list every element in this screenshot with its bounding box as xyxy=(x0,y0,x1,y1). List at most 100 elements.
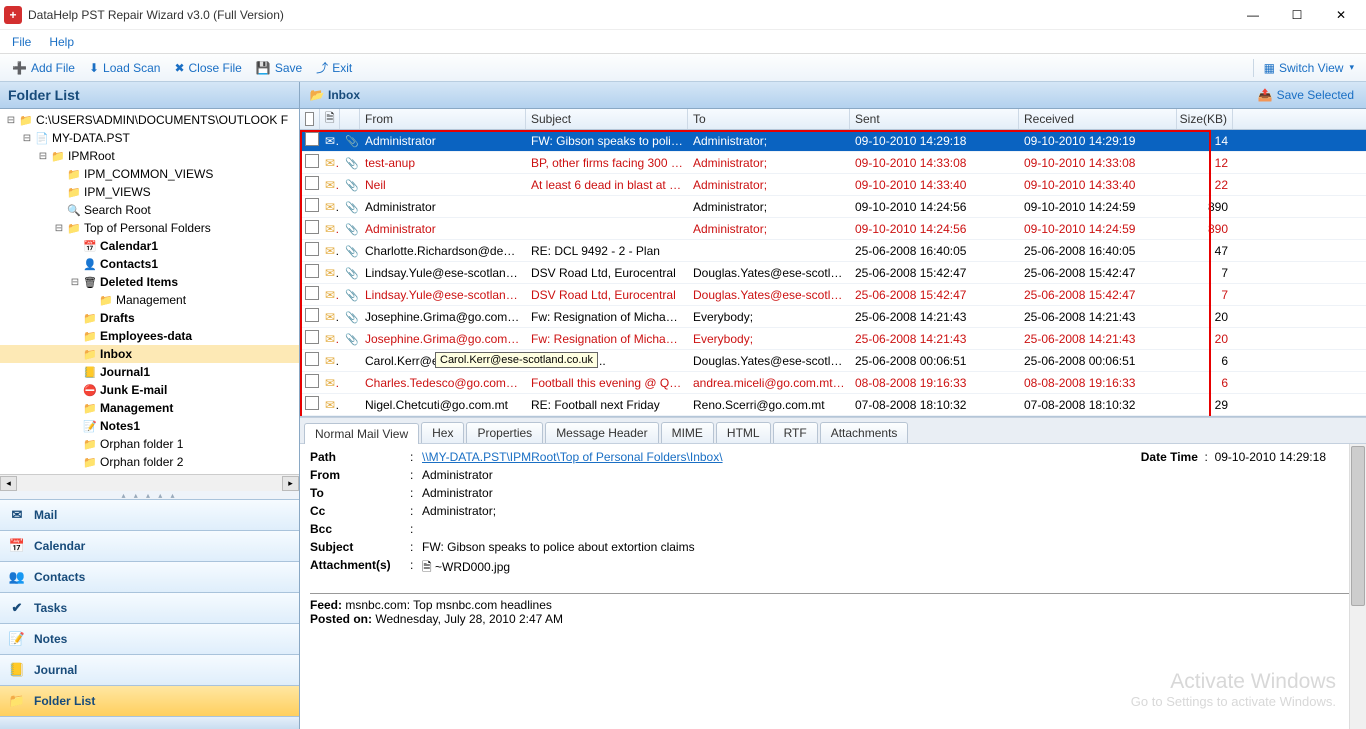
preview-vscroll[interactable] xyxy=(1349,444,1366,729)
preview-tab[interactable]: Properties xyxy=(466,422,543,443)
menu-help[interactable]: Help xyxy=(49,35,74,49)
tree-node[interactable]: ⊟🗑Deleted Items xyxy=(0,273,299,291)
message-row[interactable]: ✉📎AdministratorAdministrator;09-10-2010 … xyxy=(300,196,1366,218)
exit-button[interactable]: ⤴Exit xyxy=(310,57,358,78)
tree-node[interactable]: 📁Management xyxy=(0,399,299,417)
tree-node[interactable]: ⛔Junk E-mail xyxy=(0,381,299,399)
scroll-right-icon[interactable]: ▸ xyxy=(282,476,299,491)
row-checkbox[interactable] xyxy=(305,242,319,256)
row-checkbox[interactable] xyxy=(305,176,319,190)
message-row[interactable]: ✉📎Josephine.Grima@go.com.mtFw: Resignati… xyxy=(300,306,1366,328)
row-checkbox[interactable] xyxy=(305,330,319,344)
row-checkbox[interactable] xyxy=(305,396,319,410)
row-checkbox[interactable] xyxy=(305,154,319,168)
tree-hscroll[interactable]: ◂ ▸ xyxy=(0,474,299,491)
tree-node[interactable]: 📁Employees-data xyxy=(0,327,299,345)
col-subject[interactable]: Subject xyxy=(526,109,688,129)
minimize-button[interactable]: — xyxy=(1240,5,1266,25)
col-to[interactable]: To xyxy=(688,109,850,129)
nav-item[interactable]: 📁Folder List xyxy=(0,685,299,716)
tree-node[interactable]: ⊟📁Top of Personal Folders xyxy=(0,219,299,237)
load-scan-button[interactable]: ⬇Load Scan xyxy=(83,59,166,77)
tree-node[interactable]: 👤Contacts1 xyxy=(0,255,299,273)
inbox-title: Inbox xyxy=(328,88,360,102)
tree-node[interactable]: 📁Inbox xyxy=(0,345,299,363)
tree-node[interactable]: ⊟📁IPMRoot xyxy=(0,147,299,165)
preview-tab[interactable]: HTML xyxy=(716,422,771,443)
switch-view-button[interactable]: ▦Switch View▾ xyxy=(1258,59,1360,77)
message-row[interactable]: ✉📎AdministratorAdministrator;09-10-2010 … xyxy=(300,218,1366,240)
message-row[interactable]: ✉Nigel.Chetcuti@go.com.mtRE: Football ne… xyxy=(300,394,1366,416)
nav-item[interactable]: ✔Tasks xyxy=(0,592,299,623)
nav-item[interactable]: 📒Journal xyxy=(0,654,299,685)
twisty-icon[interactable]: ⊟ xyxy=(68,277,82,288)
close-file-button[interactable]: ✖Close File xyxy=(168,59,247,77)
tree-node[interactable]: ⊟📁C:\USERS\ADMIN\DOCUMENTS\OUTLOOK F xyxy=(0,111,299,129)
path-link[interactable]: \\MY-DATA.PST\IPMRoot\Top of Personal Fo… xyxy=(422,450,723,464)
row-checkbox[interactable] xyxy=(305,220,319,234)
tree-node[interactable]: 📁Orphan folder 2 xyxy=(0,453,299,471)
download-icon: ⬇ xyxy=(89,61,99,75)
paperclip-icon: 📎 xyxy=(345,244,360,258)
row-checkbox[interactable] xyxy=(305,286,319,300)
twisty-icon[interactable]: ⊟ xyxy=(52,223,66,234)
maximize-button[interactable]: ☐ xyxy=(1284,5,1310,25)
nav-item[interactable]: 📝Notes xyxy=(0,623,299,654)
preview-tab[interactable]: Hex xyxy=(421,422,464,443)
tree-node[interactable]: 📁Drafts xyxy=(0,309,299,327)
scroll-left-icon[interactable]: ◂ xyxy=(0,476,17,491)
row-checkbox[interactable] xyxy=(305,308,319,322)
row-checkbox[interactable] xyxy=(305,264,319,278)
scroll-thumb[interactable] xyxy=(1351,446,1365,606)
nav-item[interactable]: 📅Calendar xyxy=(0,530,299,561)
splitter-grip[interactable]: ▴ ▴ ▴ ▴ ▴ xyxy=(0,491,299,499)
col-sent[interactable]: Sent xyxy=(850,109,1019,129)
tree-node[interactable]: 📁IPM_VIEWS xyxy=(0,183,299,201)
message-row[interactable]: ✉📎Lindsay.Yule@ese-scotland.c...DSV Road… xyxy=(300,284,1366,306)
row-checkbox[interactable] xyxy=(305,352,319,366)
tree-node[interactable]: 📁Orphan folder 1 xyxy=(0,435,299,453)
tree-node[interactable]: 📒Journal1 xyxy=(0,363,299,381)
row-checkbox[interactable] xyxy=(305,132,319,146)
inbox-header-bar: 📂 Inbox 📤 Save Selected xyxy=(300,82,1366,109)
col-from[interactable]: From xyxy=(360,109,526,129)
save-button[interactable]: 💾Save xyxy=(250,59,308,77)
select-all-checkbox[interactable] xyxy=(305,112,314,126)
message-row[interactable]: ✉📎test-anupBP, other firms facing 300 la… xyxy=(300,152,1366,174)
message-row[interactable]: ✉📎NeilAt least 6 dead in blast at Ch...A… xyxy=(300,174,1366,196)
preview-tab[interactable]: Normal Mail View xyxy=(304,423,419,444)
add-file-button[interactable]: ➕Add File xyxy=(6,59,81,77)
to-label: To xyxy=(310,486,410,500)
preview-tab[interactable]: MIME xyxy=(661,422,714,443)
col-size[interactable]: Size(KB) xyxy=(1177,109,1233,129)
preview-tabs: Normal Mail ViewHexPropertiesMessage Hea… xyxy=(300,417,1366,444)
tree-node[interactable]: 📅Calendar1 xyxy=(0,237,299,255)
tree-node[interactable]: 🔍Search Root xyxy=(0,201,299,219)
row-checkbox[interactable] xyxy=(305,374,319,388)
nav-item[interactable]: 👥Contacts xyxy=(0,561,299,592)
tree-node[interactable]: ⊟📄MY-DATA.PST xyxy=(0,129,299,147)
save-selected-button[interactable]: 📤 Save Selected xyxy=(1252,86,1360,104)
twisty-icon[interactable]: ⊟ xyxy=(36,151,50,162)
col-received[interactable]: Received xyxy=(1019,109,1177,129)
tree-node[interactable]: 📁Management xyxy=(0,291,299,309)
message-row[interactable]: ✉📎AdministratorFW: Gibson speaks to poli… xyxy=(300,130,1366,152)
tree-node[interactable]: 📁IPM_COMMON_VIEWS xyxy=(0,165,299,183)
folder-tree[interactable]: ⊟📁C:\USERS\ADMIN\DOCUMENTS\OUTLOOK F⊟📄MY… xyxy=(0,109,299,474)
message-row[interactable]: ✉Charles.Tedesco@go.com.mtFootball this … xyxy=(300,372,1366,394)
preview-tab[interactable]: RTF xyxy=(773,422,818,443)
menu-file[interactable]: File xyxy=(12,35,31,49)
message-row[interactable]: ✉📎Charlotte.Richardson@dexio...RE: DCL 9… xyxy=(300,240,1366,262)
nav-label: Tasks xyxy=(34,601,67,615)
preview-tab[interactable]: Message Header xyxy=(545,422,658,443)
preview-tab[interactable]: Attachments xyxy=(820,422,909,443)
row-checkbox[interactable] xyxy=(305,198,319,212)
message-row[interactable]: ✉📎Lindsay.Yule@ese-scotland.c...DSV Road… xyxy=(300,262,1366,284)
close-button[interactable]: ✕ xyxy=(1328,5,1354,25)
tree-node[interactable]: 📝Notes1 xyxy=(0,417,299,435)
twisty-icon[interactable]: ⊟ xyxy=(4,115,18,126)
twisty-icon[interactable]: ⊟ xyxy=(20,133,34,144)
nav-item[interactable]: ✉Mail xyxy=(0,499,299,530)
message-row[interactable]: ✉📎Josephine.Grima@go.com.mtFw: Resignati… xyxy=(300,328,1366,350)
grid-body[interactable]: Carol.Kerr@ese-scotland.co.uk ✉📎Administ… xyxy=(300,130,1366,416)
